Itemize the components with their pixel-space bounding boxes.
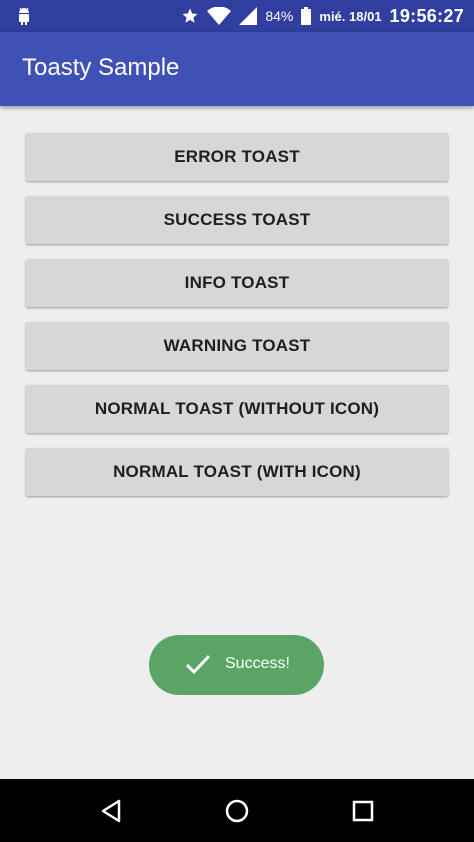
back-icon[interactable] xyxy=(97,797,125,825)
status-bar: 84% mié. 18/01 19:56:27 xyxy=(0,0,474,32)
toast-message: Success! xyxy=(225,655,290,672)
app-title: Toasty Sample xyxy=(22,54,180,81)
success-toast: Success! xyxy=(149,635,324,695)
navigation-bar xyxy=(0,779,474,842)
star-icon xyxy=(182,8,198,23)
app-bar: Toasty Sample xyxy=(0,32,474,106)
warning-toast-button[interactable]: WARNING TOAST xyxy=(26,322,448,370)
toast-button-list: ERROR TOAST SUCCESS TOAST INFO TOAST WAR… xyxy=(26,133,448,511)
signal-icon xyxy=(239,7,258,25)
home-icon[interactable] xyxy=(223,797,251,825)
status-time: 19:56:27 xyxy=(389,5,464,26)
android-icon xyxy=(19,7,29,25)
battery-percent: 84% xyxy=(265,8,294,24)
recents-icon[interactable] xyxy=(349,797,377,825)
info-toast-button[interactable]: INFO TOAST xyxy=(26,259,448,307)
battery-icon xyxy=(301,7,312,25)
normal-toast-without-icon-button[interactable]: NORMAL TOAST (WITHOUT ICON) xyxy=(26,385,448,433)
wifi-icon xyxy=(207,7,232,25)
status-date: mié. 18/01 xyxy=(319,8,382,24)
check-icon xyxy=(185,654,211,675)
normal-toast-with-icon-button[interactable]: NORMAL TOAST (WITH ICON) xyxy=(26,448,448,496)
error-toast-button[interactable]: ERROR TOAST xyxy=(26,133,448,181)
success-toast-button[interactable]: SUCCESS TOAST xyxy=(26,196,448,244)
